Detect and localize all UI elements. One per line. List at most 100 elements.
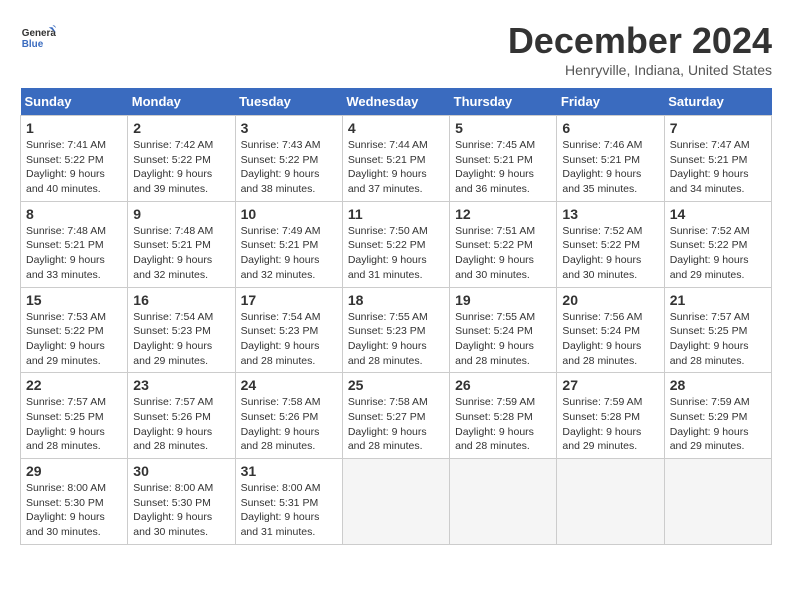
day-number: 19 — [455, 292, 551, 308]
day-info: Sunrise: 7:58 AM Sunset: 5:27 PM Dayligh… — [348, 395, 444, 454]
calendar-week-0: 1 Sunrise: 7:41 AM Sunset: 5:22 PM Dayli… — [21, 116, 772, 202]
day-number: 24 — [241, 377, 337, 393]
calendar-cell: 25 Sunrise: 7:58 AM Sunset: 5:27 PM Dayl… — [342, 373, 449, 459]
calendar-cell: 17 Sunrise: 7:54 AM Sunset: 5:23 PM Dayl… — [235, 287, 342, 373]
calendar-cell: 14 Sunrise: 7:52 AM Sunset: 5:22 PM Dayl… — [664, 201, 771, 287]
day-number: 22 — [26, 377, 122, 393]
day-info: Sunrise: 7:46 AM Sunset: 5:21 PM Dayligh… — [562, 138, 658, 197]
logo: General Blue — [20, 20, 56, 56]
day-info: Sunrise: 7:50 AM Sunset: 5:22 PM Dayligh… — [348, 224, 444, 283]
calendar-cell: 15 Sunrise: 7:53 AM Sunset: 5:22 PM Dayl… — [21, 287, 128, 373]
calendar-cell: 27 Sunrise: 7:59 AM Sunset: 5:28 PM Dayl… — [557, 373, 664, 459]
day-info: Sunrise: 7:59 AM Sunset: 5:28 PM Dayligh… — [455, 395, 551, 454]
day-number: 2 — [133, 120, 229, 136]
day-info: Sunrise: 7:52 AM Sunset: 5:22 PM Dayligh… — [562, 224, 658, 283]
day-info: Sunrise: 7:58 AM Sunset: 5:26 PM Dayligh… — [241, 395, 337, 454]
calendar-week-1: 8 Sunrise: 7:48 AM Sunset: 5:21 PM Dayli… — [21, 201, 772, 287]
day-info: Sunrise: 7:41 AM Sunset: 5:22 PM Dayligh… — [26, 138, 122, 197]
calendar-cell — [664, 459, 771, 545]
day-info: Sunrise: 7:47 AM Sunset: 5:21 PM Dayligh… — [670, 138, 766, 197]
day-number: 31 — [241, 463, 337, 479]
col-wednesday: Wednesday — [342, 88, 449, 116]
day-info: Sunrise: 8:00 AM Sunset: 5:30 PM Dayligh… — [26, 481, 122, 540]
day-number: 13 — [562, 206, 658, 222]
day-number: 17 — [241, 292, 337, 308]
page-header: General Blue December 2024 Henryville, I… — [20, 20, 772, 78]
calendar-cell: 4 Sunrise: 7:44 AM Sunset: 5:21 PM Dayli… — [342, 116, 449, 202]
title-section: December 2024 Henryville, Indiana, Unite… — [508, 20, 772, 78]
col-tuesday: Tuesday — [235, 88, 342, 116]
calendar-cell: 10 Sunrise: 7:49 AM Sunset: 5:21 PM Dayl… — [235, 201, 342, 287]
svg-text:Blue: Blue — [22, 39, 44, 50]
day-info: Sunrise: 7:57 AM Sunset: 5:25 PM Dayligh… — [26, 395, 122, 454]
day-info: Sunrise: 7:59 AM Sunset: 5:28 PM Dayligh… — [562, 395, 658, 454]
day-number: 10 — [241, 206, 337, 222]
day-number: 4 — [348, 120, 444, 136]
calendar-table: Sunday Monday Tuesday Wednesday Thursday… — [20, 88, 772, 545]
day-info: Sunrise: 7:55 AM Sunset: 5:23 PM Dayligh… — [348, 310, 444, 369]
day-number: 21 — [670, 292, 766, 308]
day-number: 27 — [562, 377, 658, 393]
day-info: Sunrise: 7:42 AM Sunset: 5:22 PM Dayligh… — [133, 138, 229, 197]
day-number: 16 — [133, 292, 229, 308]
day-number: 29 — [26, 463, 122, 479]
calendar-week-4: 29 Sunrise: 8:00 AM Sunset: 5:30 PM Dayl… — [21, 459, 772, 545]
col-monday: Monday — [128, 88, 235, 116]
calendar-cell: 3 Sunrise: 7:43 AM Sunset: 5:22 PM Dayli… — [235, 116, 342, 202]
day-number: 1 — [26, 120, 122, 136]
calendar-cell: 11 Sunrise: 7:50 AM Sunset: 5:22 PM Dayl… — [342, 201, 449, 287]
day-number: 5 — [455, 120, 551, 136]
calendar-cell: 7 Sunrise: 7:47 AM Sunset: 5:21 PM Dayli… — [664, 116, 771, 202]
svg-text:General: General — [22, 28, 56, 39]
day-info: Sunrise: 7:44 AM Sunset: 5:21 PM Dayligh… — [348, 138, 444, 197]
col-thursday: Thursday — [450, 88, 557, 116]
calendar-cell: 9 Sunrise: 7:48 AM Sunset: 5:21 PM Dayli… — [128, 201, 235, 287]
calendar-cell — [557, 459, 664, 545]
calendar-cell: 30 Sunrise: 8:00 AM Sunset: 5:30 PM Dayl… — [128, 459, 235, 545]
day-number: 14 — [670, 206, 766, 222]
calendar-cell: 8 Sunrise: 7:48 AM Sunset: 5:21 PM Dayli… — [21, 201, 128, 287]
col-saturday: Saturday — [664, 88, 771, 116]
calendar-cell: 21 Sunrise: 7:57 AM Sunset: 5:25 PM Dayl… — [664, 287, 771, 373]
day-info: Sunrise: 7:57 AM Sunset: 5:26 PM Dayligh… — [133, 395, 229, 454]
day-info: Sunrise: 7:54 AM Sunset: 5:23 PM Dayligh… — [241, 310, 337, 369]
day-info: Sunrise: 7:54 AM Sunset: 5:23 PM Dayligh… — [133, 310, 229, 369]
day-info: Sunrise: 7:56 AM Sunset: 5:24 PM Dayligh… — [562, 310, 658, 369]
day-info: Sunrise: 7:45 AM Sunset: 5:21 PM Dayligh… — [455, 138, 551, 197]
day-info: Sunrise: 7:51 AM Sunset: 5:22 PM Dayligh… — [455, 224, 551, 283]
calendar-cell: 12 Sunrise: 7:51 AM Sunset: 5:22 PM Dayl… — [450, 201, 557, 287]
header-row: Sunday Monday Tuesday Wednesday Thursday… — [21, 88, 772, 116]
calendar-cell: 23 Sunrise: 7:57 AM Sunset: 5:26 PM Dayl… — [128, 373, 235, 459]
calendar-cell: 2 Sunrise: 7:42 AM Sunset: 5:22 PM Dayli… — [128, 116, 235, 202]
day-number: 7 — [670, 120, 766, 136]
day-info: Sunrise: 7:52 AM Sunset: 5:22 PM Dayligh… — [670, 224, 766, 283]
day-number: 9 — [133, 206, 229, 222]
col-friday: Friday — [557, 88, 664, 116]
calendar-cell: 26 Sunrise: 7:59 AM Sunset: 5:28 PM Dayl… — [450, 373, 557, 459]
logo-icon: General Blue — [20, 20, 56, 56]
location: Henryville, Indiana, United States — [508, 62, 772, 78]
day-number: 30 — [133, 463, 229, 479]
day-number: 12 — [455, 206, 551, 222]
calendar-cell: 28 Sunrise: 7:59 AM Sunset: 5:29 PM Dayl… — [664, 373, 771, 459]
calendar-cell — [450, 459, 557, 545]
calendar-week-3: 22 Sunrise: 7:57 AM Sunset: 5:25 PM Dayl… — [21, 373, 772, 459]
day-info: Sunrise: 7:49 AM Sunset: 5:21 PM Dayligh… — [241, 224, 337, 283]
calendar-cell: 31 Sunrise: 8:00 AM Sunset: 5:31 PM Dayl… — [235, 459, 342, 545]
day-number: 20 — [562, 292, 658, 308]
day-number: 11 — [348, 206, 444, 222]
calendar-cell: 5 Sunrise: 7:45 AM Sunset: 5:21 PM Dayli… — [450, 116, 557, 202]
day-number: 3 — [241, 120, 337, 136]
day-info: Sunrise: 8:00 AM Sunset: 5:30 PM Dayligh… — [133, 481, 229, 540]
calendar-cell: 29 Sunrise: 8:00 AM Sunset: 5:30 PM Dayl… — [21, 459, 128, 545]
day-info: Sunrise: 7:53 AM Sunset: 5:22 PM Dayligh… — [26, 310, 122, 369]
day-number: 15 — [26, 292, 122, 308]
day-number: 26 — [455, 377, 551, 393]
calendar-cell: 18 Sunrise: 7:55 AM Sunset: 5:23 PM Dayl… — [342, 287, 449, 373]
day-info: Sunrise: 7:59 AM Sunset: 5:29 PM Dayligh… — [670, 395, 766, 454]
day-info: Sunrise: 7:48 AM Sunset: 5:21 PM Dayligh… — [26, 224, 122, 283]
day-number: 18 — [348, 292, 444, 308]
day-info: Sunrise: 7:55 AM Sunset: 5:24 PM Dayligh… — [455, 310, 551, 369]
day-number: 23 — [133, 377, 229, 393]
calendar-cell: 1 Sunrise: 7:41 AM Sunset: 5:22 PM Dayli… — [21, 116, 128, 202]
